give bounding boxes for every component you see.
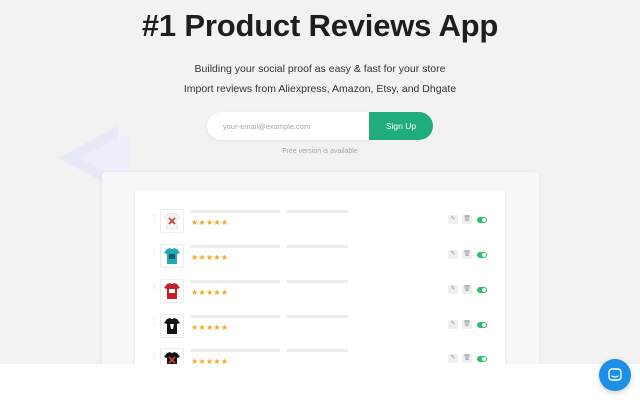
review-row: ⋮⋮ ★★★★★ ✎ 🗑	[148, 209, 493, 235]
free-version-note: Free version is available	[282, 148, 358, 155]
page-footer-area	[0, 364, 640, 400]
visibility-toggle[interactable]	[477, 286, 487, 293]
star-rating: ★★★★★	[191, 288, 229, 297]
signup-form: Sign Up	[207, 112, 433, 140]
drag-handle-icon[interactable]: ⋮⋮	[150, 353, 165, 364]
trash-icon[interactable]: 🗑	[462, 354, 472, 363]
trash-icon[interactable]: 🗑	[462, 250, 472, 259]
review-text-placeholder	[190, 245, 280, 248]
row-actions: ✎ 🗑	[448, 320, 487, 329]
visibility-toggle[interactable]	[477, 216, 487, 223]
review-text-placeholder	[286, 210, 348, 213]
trash-icon[interactable]: 🗑	[462, 320, 472, 329]
hero-subtitle: Building your social proof as easy & fas…	[194, 63, 446, 75]
review-text-placeholder	[190, 315, 280, 318]
review-text-placeholder	[286, 315, 348, 318]
product-thumbnail	[160, 314, 184, 338]
chat-launcher-button[interactable]	[599, 359, 631, 391]
chat-icon	[608, 368, 622, 381]
row-actions: ✎ 🗑	[448, 285, 487, 294]
review-row: ⋮⋮ ★★★★★ ✎ 🗑	[148, 314, 493, 340]
trash-icon[interactable]: 🗑	[462, 215, 472, 224]
pencil-icon[interactable]: ✎	[448, 354, 458, 363]
star-rating: ★★★★★	[191, 253, 229, 262]
product-thumbnail	[160, 244, 184, 268]
drag-handle-icon[interactable]: ⋮⋮	[150, 284, 165, 295]
row-actions: ✎ 🗑	[448, 354, 487, 363]
visibility-toggle[interactable]	[477, 321, 487, 328]
row-actions: ✎ 🗑	[448, 215, 487, 224]
visibility-toggle[interactable]	[477, 251, 487, 258]
pencil-icon[interactable]: ✎	[448, 320, 458, 329]
pencil-icon[interactable]: ✎	[448, 215, 458, 224]
drag-handle-icon[interactable]: ⋮⋮	[150, 214, 165, 225]
pencil-icon[interactable]: ✎	[448, 285, 458, 294]
review-text-placeholder	[286, 349, 348, 352]
pencil-icon[interactable]: ✎	[448, 250, 458, 259]
star-rating: ★★★★★	[191, 218, 229, 227]
product-thumbnail	[160, 279, 184, 303]
drag-handle-icon[interactable]: ⋮⋮	[150, 319, 165, 330]
review-row: ⋮⋮ ★★★★★ ✎ 🗑	[148, 279, 493, 305]
review-text-placeholder	[286, 245, 348, 248]
product-thumbnail	[160, 209, 184, 233]
row-actions: ✎ 🗑	[448, 250, 487, 259]
drag-handle-icon[interactable]: ⋮⋮	[150, 249, 165, 260]
review-text-placeholder	[190, 210, 280, 213]
page-title: #1 Product Reviews App	[141, 8, 499, 43]
star-rating: ★★★★★	[191, 323, 229, 332]
review-text-placeholder	[190, 280, 280, 283]
hero-import-sources: Import reviews from Aliexpress, Amazon, …	[183, 83, 457, 95]
review-text-placeholder	[286, 280, 348, 283]
visibility-toggle[interactable]	[477, 355, 487, 362]
review-text-placeholder	[190, 349, 280, 352]
trash-icon[interactable]: 🗑	[462, 285, 472, 294]
review-row: ⋮⋮ ★★★★★ ✎ 🗑	[148, 244, 493, 270]
sign-up-button[interactable]: Sign Up	[369, 112, 433, 140]
email-field[interactable]	[207, 112, 369, 140]
